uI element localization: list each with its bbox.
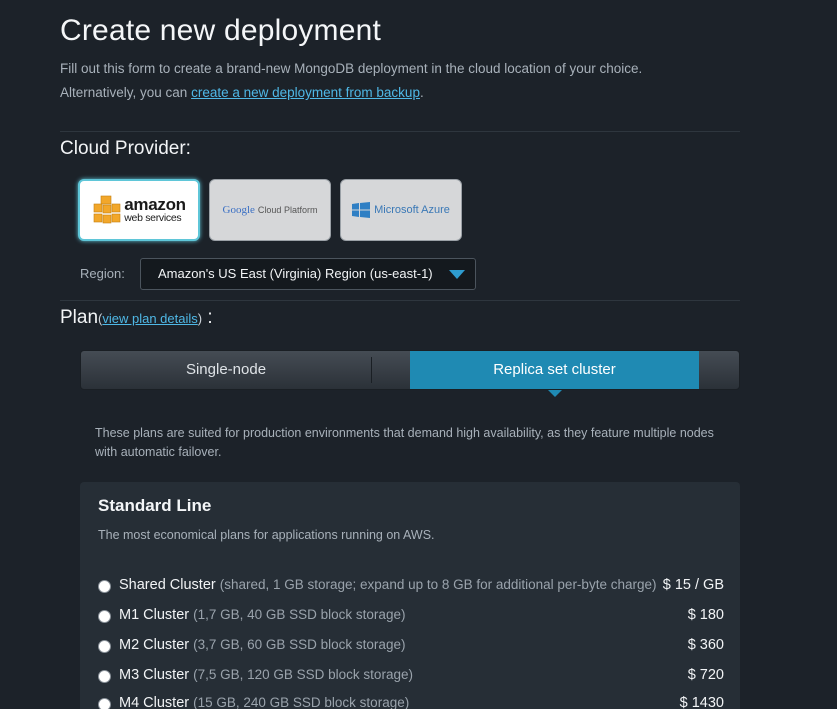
page-intro: Fill out this form to create a brand-new… <box>60 57 642 105</box>
plan-colon: : <box>202 307 213 328</box>
plan-option-label: M4 Cluster (15 GB, 240 GB SSD block stora… <box>119 695 409 709</box>
plan-radio[interactable] <box>98 580 111 593</box>
plan-option-detail: (1,7 GB, 40 GB SSD block storage) <box>193 607 406 622</box>
google-label: Google <box>222 204 255 216</box>
standard-line-panel: Standard Line The most economical plans … <box>80 482 740 709</box>
active-tab-pointer <box>548 390 562 397</box>
page-title: Create new deployment <box>60 14 382 47</box>
plan-option-name: Shared Cluster <box>119 577 216 593</box>
region-label: Region: <box>80 266 125 281</box>
provider-picker: amazon web services Google Cloud Platfor… <box>78 179 468 243</box>
plan-option-price: $ 15 / GB <box>662 577 724 593</box>
plan-option-price: $ 360 <box>687 637 724 653</box>
plan-option-detail: (3,7 GB, 60 GB SSD block storage) <box>193 637 406 652</box>
plan-option-m2-cluster[interactable]: M2 Cluster (3,7 GB, 60 GB SSD block stora… <box>98 636 724 658</box>
plan-description: These plans are suited for production en… <box>95 426 714 459</box>
tab-single-node[interactable]: Single-node <box>81 351 371 389</box>
plan-option-name: M2 Cluster <box>119 637 190 653</box>
aws-label-main: amazon <box>124 195 186 215</box>
plan-option-m3-cluster[interactable]: M3 Cluster (7,5 GB, 120 GB SSD block stor… <box>98 666 724 688</box>
intro-line-1: Fill out this form to create a brand-new… <box>60 61 643 76</box>
intro-prefix: Alternatively, you can <box>60 85 192 100</box>
plan-option-name: M4 Cluster <box>119 695 190 709</box>
standard-line-subtitle: The most economical plans for applicatio… <box>98 528 435 542</box>
plan-option-label: M1 Cluster (1,7 GB, 40 GB SSD block stora… <box>119 607 405 623</box>
plan-option-price: $ 180 <box>687 607 724 623</box>
plan-title: Plan <box>60 307 99 328</box>
plan-option-name: M3 Cluster <box>119 667 190 683</box>
plan-heading: Plan(view plan details) : <box>60 307 213 329</box>
provider-aws-button[interactable]: amazon web services <box>78 179 200 241</box>
provider-google-button[interactable]: Google Cloud Platform <box>209 179 331 241</box>
plan-radio[interactable] <box>98 640 111 653</box>
standard-line-title: Standard Line <box>98 496 212 515</box>
intro-suffix: . <box>419 85 424 100</box>
region-select[interactable]: Amazon's US East (Virginia) Region (us-e… <box>140 258 476 290</box>
region-caret[interactable] <box>439 259 475 289</box>
plan-tabs: Single-node Replica set cluster <box>80 350 740 390</box>
plan-option-m4-cluster[interactable]: M4 Cluster (15 GB, 240 GB SSD block stora… <box>98 694 724 709</box>
cloud-provider-heading: Cloud Provider: <box>60 138 191 159</box>
aws-label-sub: web services <box>124 212 182 225</box>
plan-radio[interactable] <box>98 698 111 709</box>
google-cloud-label: Cloud Platform <box>257 205 318 215</box>
aws-cubes-logo-icon <box>93 195 121 224</box>
tab-replica-set-cluster[interactable]: Replica set cluster <box>410 351 699 389</box>
plan-option-detail: (15 GB, 240 GB SSD block storage) <box>193 695 410 709</box>
provider-azure-button[interactable]: Microsoft Azure <box>340 179 462 241</box>
view-plan-details-link[interactable]: view plan details <box>102 311 197 326</box>
backup-deployment-link[interactable]: create a new deployment from backup <box>191 85 420 100</box>
plan-option-label: M3 Cluster (7,5 GB, 120 GB SSD block stor… <box>119 667 413 683</box>
azure-label: Microsoft Azure <box>374 204 450 216</box>
plan-option-label: Shared Cluster (shared, 1 GB storage; exp… <box>119 577 656 593</box>
plan-option-m1-cluster[interactable]: M1 Cluster (1,7 GB, 40 GB SSD block stora… <box>98 606 724 628</box>
region-value: Amazon's US East (Virginia) Region (us-e… <box>158 266 433 281</box>
plan-option-price: $ 720 <box>687 667 724 683</box>
plan-radio[interactable] <box>98 610 111 623</box>
plan-radio[interactable] <box>98 670 111 683</box>
plan-option-price: $ 1430 <box>679 695 724 709</box>
intro-line-2: Alternatively, you can create a new depl… <box>60 81 642 105</box>
tab-separator <box>371 357 372 383</box>
plan-option-detail: (7,5 GB, 120 GB SSD block storage) <box>193 667 413 682</box>
plan-option-detail: (shared, 1 GB storage; expand up to 8 GB… <box>219 577 657 592</box>
plan-option-shared-cluster[interactable]: Shared Cluster (shared, 1 GB storage; exp… <box>98 576 724 598</box>
divider <box>60 300 740 301</box>
plan-option-name: M1 Cluster <box>119 607 190 623</box>
plan-option-label: M2 Cluster (3,7 GB, 60 GB SSD block stora… <box>119 637 405 653</box>
divider <box>60 131 740 132</box>
windows-logo-icon <box>352 202 371 218</box>
chevron-down-icon <box>449 269 465 279</box>
